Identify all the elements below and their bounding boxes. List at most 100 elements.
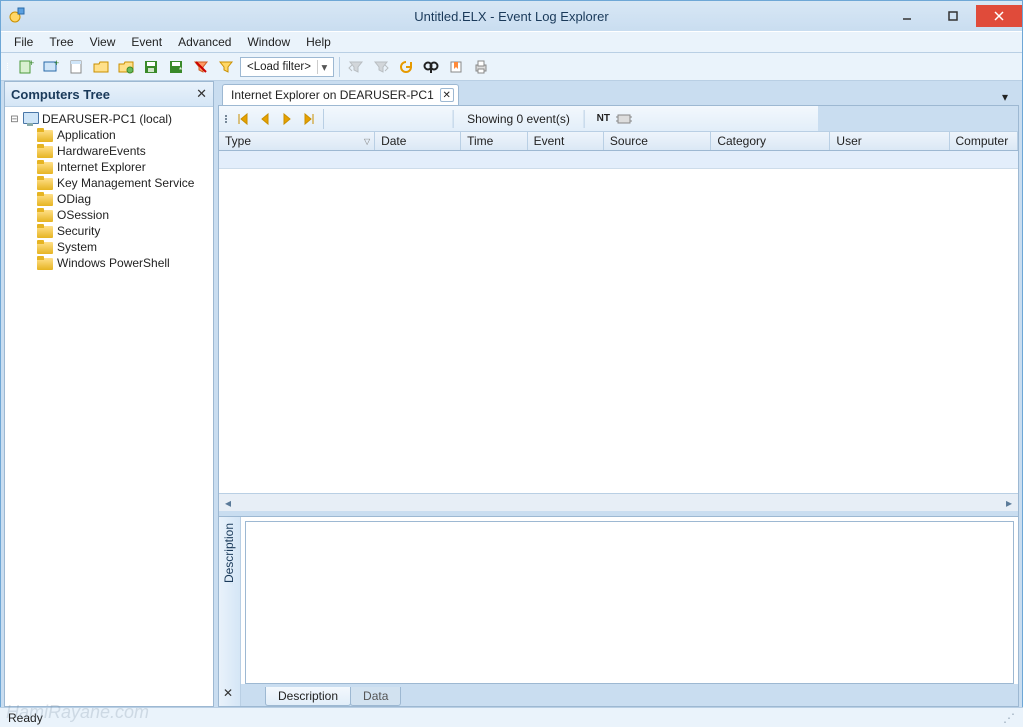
description-bottom-tabs: Description Data <box>241 684 1018 706</box>
menu-tree[interactable]: Tree <box>42 33 80 51</box>
tree-log-node[interactable]: ODiag <box>35 191 211 207</box>
document-tab[interactable]: Internet Explorer on DEARUSER-PC1 ✕ <box>222 84 459 105</box>
open-backup-icon[interactable] <box>115 56 137 78</box>
description-close-icon[interactable]: ✕ <box>223 686 233 700</box>
description-text-area[interactable] <box>245 521 1014 684</box>
document-tab-close-icon[interactable]: ✕ <box>440 88 454 102</box>
column-header[interactable]: User <box>830 132 949 150</box>
column-header[interactable]: Event <box>528 132 604 150</box>
app-icon <box>1 7 33 26</box>
toolbar-grip-icon[interactable] <box>5 63 10 70</box>
nav-next-icon[interactable] <box>277 109 297 129</box>
tree-log-node[interactable]: OSession <box>35 207 211 223</box>
computers-tree[interactable]: ⊟ DEARUSER-PC1 (local) Application Hardwa… <box>5 107 213 706</box>
tree-node-label: ODiag <box>57 192 91 206</box>
menu-help[interactable]: Help <box>299 33 338 51</box>
tree-node-label: Application <box>57 128 116 142</box>
tab-data[interactable]: Data <box>350 687 401 706</box>
tree-log-node[interactable]: System <box>35 239 211 255</box>
folder-icon <box>37 128 53 142</box>
tree-node-label: Key Management Service <box>57 176 194 190</box>
event-grid-body[interactable] <box>219 151 1018 493</box>
menu-advanced[interactable]: Advanced <box>171 33 238 51</box>
description-pane: Description ✕ Description Data <box>219 516 1018 706</box>
toolbar-separator <box>339 57 340 77</box>
folder-icon <box>37 192 53 206</box>
menu-event[interactable]: Event <box>124 33 169 51</box>
title-bar: Untitled.ELX - Event Log Explorer <box>1 1 1022 31</box>
filter-next-icon[interactable] <box>370 56 392 78</box>
folder-icon <box>37 176 53 190</box>
tree-log-node[interactable]: HardwareEvents <box>35 143 211 159</box>
tree-log-node[interactable]: Security <box>35 223 211 239</box>
nt-mode-indicator[interactable]: NT <box>597 113 632 125</box>
add-computer-icon[interactable]: + <box>40 56 62 78</box>
tree-node-label: Internet Explorer <box>57 160 146 174</box>
tree-log-node[interactable]: Application <box>35 127 211 143</box>
nav-first-icon[interactable] <box>233 109 253 129</box>
tree-log-node[interactable]: Internet Explorer <box>35 159 211 175</box>
menu-view[interactable]: View <box>83 33 123 51</box>
tab-overflow-icon[interactable]: ▾ <box>997 89 1013 105</box>
nav-last-icon[interactable] <box>299 109 319 129</box>
filter-icon[interactable] <box>215 56 237 78</box>
tree-root-node[interactable]: ⊟ DEARUSER-PC1 (local) <box>7 111 211 127</box>
load-filter-combo[interactable]: <Load filter> ▾ <box>240 57 334 77</box>
tree-panel-header: Computers Tree ✕ <box>5 82 213 107</box>
filter-prev-icon[interactable] <box>345 56 367 78</box>
tree-log-node[interactable]: Key Management Service <box>35 175 211 191</box>
menu-file[interactable]: File <box>7 33 40 51</box>
nav-prev-icon[interactable] <box>255 109 275 129</box>
computers-tree-panel: Computers Tree ✕ ⊟ DEARUSER-PC1 (local) … <box>4 81 214 707</box>
menu-bar: File Tree View Event Advanced Window Hel… <box>1 31 1022 53</box>
horizontal-scrollbar[interactable]: ◂ ▸ <box>219 493 1018 511</box>
clear-filter-icon[interactable] <box>190 56 212 78</box>
description-side-tab[interactable]: Description ✕ <box>219 517 241 706</box>
window-title: Untitled.ELX - Event Log Explorer <box>1 9 1022 24</box>
tree-collapse-icon[interactable]: ⊟ <box>9 114 20 125</box>
save-workspace-icon[interactable]: * <box>165 56 187 78</box>
scroll-right-icon[interactable]: ▸ <box>1000 495 1018 511</box>
tree-panel-title: Computers Tree <box>11 87 110 102</box>
maximize-button[interactable] <box>930 5 976 27</box>
column-header[interactable]: Type▽ <box>219 132 375 150</box>
scroll-left-icon[interactable]: ◂ <box>219 495 237 511</box>
new-workspace-icon[interactable]: + <box>15 56 37 78</box>
tree-node-label: Windows PowerShell <box>57 256 170 270</box>
column-header[interactable]: Computer <box>950 132 1018 150</box>
column-header[interactable]: Source <box>604 132 711 150</box>
nav-blank-area <box>818 106 1018 132</box>
description-side-label: Description <box>219 517 239 589</box>
tree-log-node[interactable]: Windows PowerShell <box>35 255 211 271</box>
nav-separator <box>323 109 324 129</box>
close-button[interactable] <box>976 5 1022 27</box>
folder-icon <box>37 224 53 238</box>
resize-grip-icon[interactable]: ⋰ <box>1003 711 1015 725</box>
print-icon[interactable] <box>470 56 492 78</box>
refresh-icon[interactable] <box>395 56 417 78</box>
minimize-button[interactable] <box>884 5 930 27</box>
nav-grip-icon[interactable] <box>225 115 227 123</box>
chevron-down-icon[interactable]: ▾ <box>317 60 331 74</box>
sort-indicator-icon: ▽ <box>364 137 370 146</box>
open-folder-icon[interactable] <box>90 56 112 78</box>
tab-description[interactable]: Description <box>265 687 351 706</box>
log-view-area: Internet Explorer on DEARUSER-PC1 ✕ ▾ Sh… <box>218 81 1019 707</box>
tree-node-label: HardwareEvents <box>57 144 146 158</box>
open-log-file-icon[interactable] <box>65 56 87 78</box>
column-header[interactable]: Category <box>711 132 830 150</box>
document-tab-strip: Internet Explorer on DEARUSER-PC1 ✕ ▾ <box>218 81 1019 105</box>
menu-window[interactable]: Window <box>240 33 297 51</box>
folder-icon <box>37 256 53 270</box>
tree-node-label: OSession <box>57 208 109 222</box>
chip-icon <box>616 113 632 125</box>
column-header[interactable]: Date <box>375 132 461 150</box>
tree-panel-close-icon[interactable]: ✕ <box>196 86 207 102</box>
document-tab-label: Internet Explorer on DEARUSER-PC1 <box>231 88 434 102</box>
status-text: Ready <box>8 711 43 725</box>
find-icon[interactable] <box>420 56 442 78</box>
bookmark-icon[interactable] <box>445 56 467 78</box>
tree-node-label: System <box>57 240 97 254</box>
save-icon[interactable] <box>140 56 162 78</box>
column-header[interactable]: Time <box>461 132 528 150</box>
